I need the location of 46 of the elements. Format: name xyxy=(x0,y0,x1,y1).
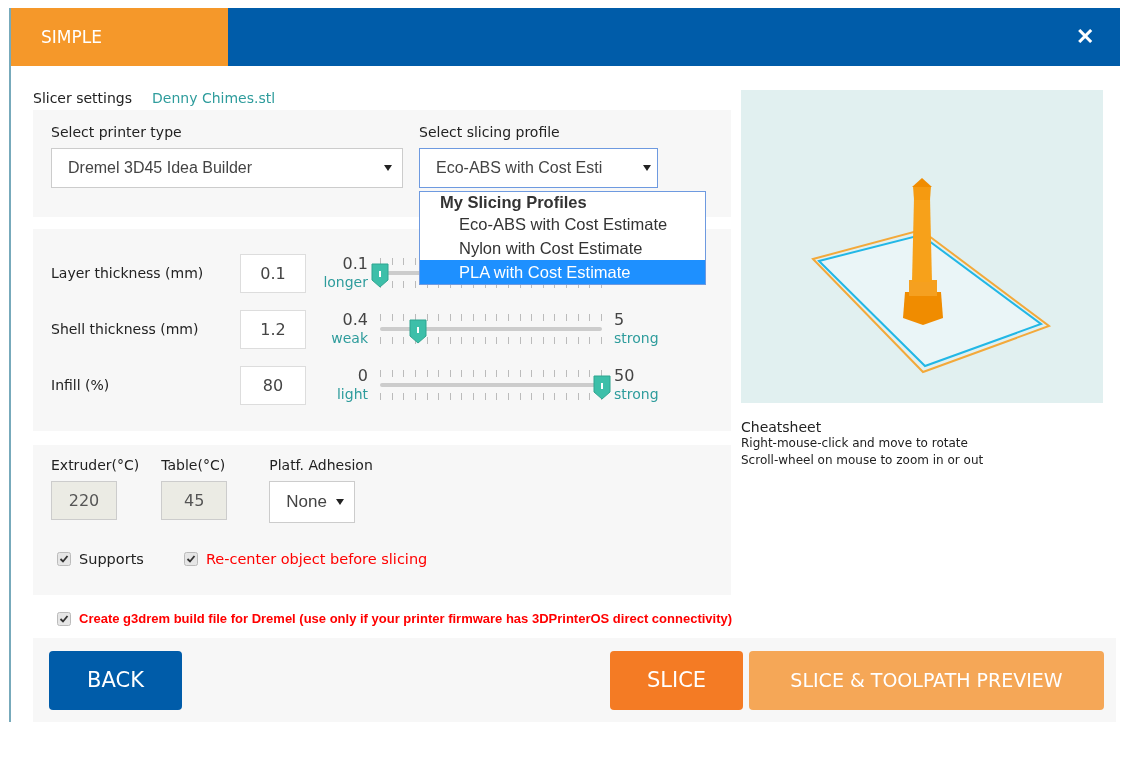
profile-select[interactable]: Eco-ABS with Cost Esti xyxy=(419,148,658,188)
checkbox[interactable] xyxy=(57,611,71,626)
section-title: Slicer settings xyxy=(33,90,132,106)
min-value: 0 xyxy=(357,367,368,385)
file-name: Denny Chimes.stl xyxy=(152,90,276,106)
param-label: Infill (%) xyxy=(51,377,111,393)
back-button[interactable]: BACK xyxy=(49,650,182,710)
max-value: 5 xyxy=(614,311,625,329)
caret-icon xyxy=(384,165,392,171)
value-field[interactable]: 80 xyxy=(240,365,306,405)
temp-label: Extruder(°C) xyxy=(51,457,140,473)
printer-label: Select printer type xyxy=(51,124,183,140)
min-value: 0.1 xyxy=(342,255,368,273)
caret-icon xyxy=(336,499,345,505)
cheatsheet-title: Cheatsheet xyxy=(741,419,823,435)
max-value: 50 xyxy=(614,367,635,385)
group-header: My Slicing Profiles xyxy=(439,192,588,212)
checkbox-label: Create g3drem build file for Dremel (use only if your printer firmware has 3DPrinterOS direct connectivity) xyxy=(79,611,733,626)
profile-label: Select slicing profile xyxy=(419,124,561,140)
slider-thumb[interactable] xyxy=(370,262,390,288)
min-hint: light xyxy=(336,385,368,403)
caret-icon xyxy=(643,165,651,171)
value-field[interactable]: 1.2 xyxy=(240,309,306,349)
adhesion-select[interactable]: None xyxy=(269,481,356,523)
cheatsheet-text: Scroll-wheel on mouse to zoom in or out xyxy=(741,452,985,469)
profile-option[interactable]: Nylon with Cost Estimate xyxy=(420,236,705,260)
profile-option[interactable]: Eco-ABS with Cost Estimate xyxy=(420,212,705,236)
min-hint: weak xyxy=(331,329,368,347)
min-value: 0.4 xyxy=(342,311,368,329)
checkbox[interactable] xyxy=(57,552,71,566)
param-label: Shell thickness (mm) xyxy=(51,321,200,337)
temp-label: Table(°C) xyxy=(161,457,227,473)
checkbox-label: Re-center object before slicing xyxy=(205,551,428,567)
max-hint: strong xyxy=(614,385,659,403)
min-hint: longer xyxy=(323,273,368,291)
max-hint: strong xyxy=(614,329,659,347)
cheatsheet-text: Right-mouse-click and move to rotate xyxy=(741,435,969,452)
printer-select[interactable]: Dremel 3D45 Idea Builder xyxy=(51,148,403,188)
checkbox-label: Supports xyxy=(79,551,144,567)
slider-thumb[interactable] xyxy=(407,318,428,344)
value-field[interactable]: 0.1 xyxy=(240,253,306,293)
slider-thumb[interactable] xyxy=(592,374,612,400)
checkbox[interactable] xyxy=(183,552,198,566)
close-button[interactable]: ✕ xyxy=(1060,8,1110,66)
param-label: Layer thickness (mm) xyxy=(51,265,205,281)
adhesion-label: Platf. Adhesion xyxy=(269,457,373,473)
